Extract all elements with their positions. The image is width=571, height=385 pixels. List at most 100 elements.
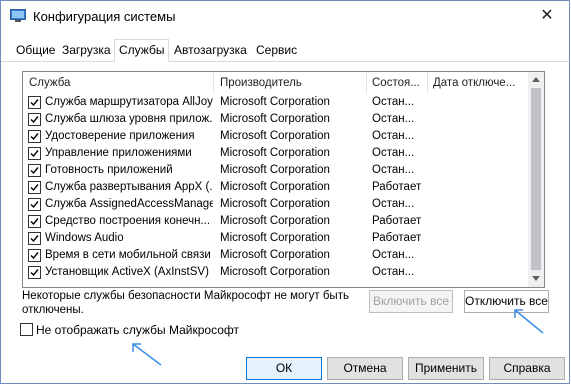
- service-status: Остан...: [372, 198, 415, 210]
- help-button[interactable]: Справка: [489, 357, 565, 380]
- service-checkbox[interactable]: [28, 232, 41, 245]
- annotation-arrow-icon: [514, 309, 544, 334]
- table-row[interactable]: Управление приложениями Microsoft Corpora…: [23, 145, 530, 162]
- service-vendor: Microsoft Corporation: [220, 249, 330, 261]
- service-name: Служба шлюза уровня прилож...: [45, 113, 213, 125]
- cancel-button[interactable]: Отмена: [327, 357, 403, 380]
- service-checkbox[interactable]: [28, 164, 41, 177]
- enable-all-button[interactable]: Включить все: [369, 290, 453, 313]
- checkmark-icon: [30, 150, 39, 158]
- table-row[interactable]: Средство построения конечн... Microsoft C…: [23, 213, 530, 230]
- service-name: Средство построения конечн...: [45, 215, 211, 227]
- service-vendor: Microsoft Corporation: [220, 113, 330, 125]
- service-checkbox[interactable]: [28, 198, 41, 211]
- service-vendor: Microsoft Corporation: [220, 147, 330, 159]
- service-name: Служба AssignedAccessManager: [45, 198, 213, 210]
- column-separator[interactable]: [427, 72, 428, 94]
- system-configuration-window: Конфигурация системы ✕ Общие Загрузка Сл…: [0, 0, 570, 384]
- checkmark-icon: [30, 133, 39, 141]
- service-name: Удостоверение приложения: [45, 130, 195, 142]
- service-status: Остан...: [372, 164, 415, 176]
- apply-button[interactable]: Применить: [408, 357, 484, 380]
- table-row[interactable]: Установщик ActiveX (AxInstSV) Microsoft C…: [23, 264, 530, 281]
- column-header-disabled-date[interactable]: Дата отключе...: [433, 77, 515, 89]
- close-button[interactable]: ✕: [537, 6, 557, 26]
- service-status: Остан...: [372, 147, 415, 159]
- service-checkbox[interactable]: [28, 113, 41, 126]
- service-name: Служба развертывания AppX (...: [45, 181, 213, 193]
- scroll-down-icon[interactable]: [532, 276, 540, 281]
- service-status: Остан...: [372, 249, 415, 261]
- service-name: Windows Audio: [45, 232, 124, 244]
- checkmark-icon: [30, 269, 39, 277]
- column-header-vendor[interactable]: Производитель: [220, 77, 302, 89]
- tab-startup[interactable]: Автозагрузка: [171, 43, 250, 57]
- service-vendor: Microsoft Corporation: [220, 130, 330, 142]
- table-row[interactable]: Служба маршрутизатора AllJoyn Microsoft C…: [23, 94, 530, 111]
- checkmark-icon: [30, 116, 39, 124]
- service-status: Работает: [372, 215, 422, 227]
- table-row[interactable]: Удостоверение приложения Microsoft Corpor…: [23, 128, 530, 145]
- service-vendor: Microsoft Corporation: [220, 164, 330, 176]
- service-status: Остан...: [372, 130, 415, 142]
- service-checkbox[interactable]: [28, 215, 41, 228]
- checkmark-icon: [30, 218, 39, 226]
- annotation-arrow-icon: [132, 343, 162, 366]
- tab-tools[interactable]: Сервис: [253, 43, 300, 57]
- column-separator[interactable]: [213, 72, 214, 94]
- services-list-header: Служба Производитель Состоя... Дата откл…: [23, 72, 530, 94]
- tab-services[interactable]: Службы: [114, 39, 170, 62]
- table-row[interactable]: Время в сети мобильной связи Microsoft Co…: [23, 247, 530, 264]
- tab-boot[interactable]: Загрузка: [59, 43, 114, 57]
- checkmark-icon: [30, 235, 39, 243]
- column-header-service[interactable]: Служба: [29, 77, 70, 89]
- system-configuration-icon: [10, 9, 26, 23]
- tab-general[interactable]: Общие: [13, 43, 58, 57]
- service-vendor: Microsoft Corporation: [220, 181, 330, 193]
- window-title: Конфигурация системы: [33, 9, 176, 24]
- table-row[interactable]: Служба развертывания AppX (... Microsoft …: [23, 179, 530, 196]
- column-header-status[interactable]: Состоя...: [372, 77, 420, 89]
- title-bar: Конфигурация системы ✕: [1, 1, 569, 31]
- service-status: Остан...: [372, 113, 415, 125]
- service-vendor: Microsoft Corporation: [220, 266, 330, 278]
- table-row[interactable]: Готовность приложений Microsoft Corporati…: [23, 162, 530, 179]
- services-panel: Служба Производитель Состоя... Дата откл…: [1, 61, 569, 349]
- scroll-up-icon[interactable]: [532, 77, 540, 82]
- service-checkbox[interactable]: [28, 181, 41, 194]
- service-checkbox[interactable]: [28, 96, 41, 109]
- service-status: Работает: [372, 181, 422, 193]
- service-status: Остан...: [372, 96, 415, 108]
- services-list: Служба Производитель Состоя... Дата откл…: [22, 71, 545, 288]
- checkmark-icon: [30, 99, 39, 107]
- checkmark-icon: [30, 184, 39, 192]
- service-name: Время в сети мобильной связи: [45, 249, 211, 261]
- service-checkbox[interactable]: [28, 147, 41, 160]
- close-icon: ✕: [540, 7, 554, 24]
- service-checkbox[interactable]: [28, 249, 41, 262]
- service-vendor: Microsoft Corporation: [220, 198, 330, 210]
- table-row[interactable]: Служба шлюза уровня прилож... Microsoft C…: [23, 111, 530, 128]
- service-vendor: Microsoft Corporation: [220, 232, 330, 244]
- service-status: Работает: [372, 232, 422, 244]
- service-checkbox[interactable]: [28, 266, 41, 279]
- ok-button[interactable]: ОК: [246, 357, 322, 380]
- service-vendor: Microsoft Corporation: [220, 96, 330, 108]
- service-name: Служба маршрутизатора AllJoyn: [45, 96, 213, 108]
- service-name: Установщик ActiveX (AxInstSV): [45, 266, 209, 278]
- tab-bar: Общие Загрузка Службы Автозагрузка Серви…: [1, 39, 569, 62]
- column-separator[interactable]: [366, 72, 367, 94]
- service-vendor: Microsoft Corporation: [220, 215, 330, 227]
- checkmark-icon: [30, 167, 39, 175]
- security-services-note: Некоторые службы безопасности Майкрософт…: [22, 290, 349, 316]
- service-name: Управление приложениями: [45, 147, 192, 159]
- service-checkbox[interactable]: [28, 130, 41, 143]
- table-row[interactable]: Служба AssignedAccessManager Microsoft Co…: [23, 196, 530, 213]
- service-status: Остан...: [372, 266, 415, 278]
- service-name: Готовность приложений: [45, 164, 173, 176]
- vertical-scrollbar[interactable]: [528, 72, 544, 287]
- checkmark-icon: [30, 252, 39, 260]
- table-row[interactable]: Windows Audio Microsoft Corporation Работа…: [23, 230, 530, 247]
- scroll-thumb[interactable]: [531, 88, 541, 270]
- hide-ms-services-checkbox[interactable]: [20, 323, 33, 336]
